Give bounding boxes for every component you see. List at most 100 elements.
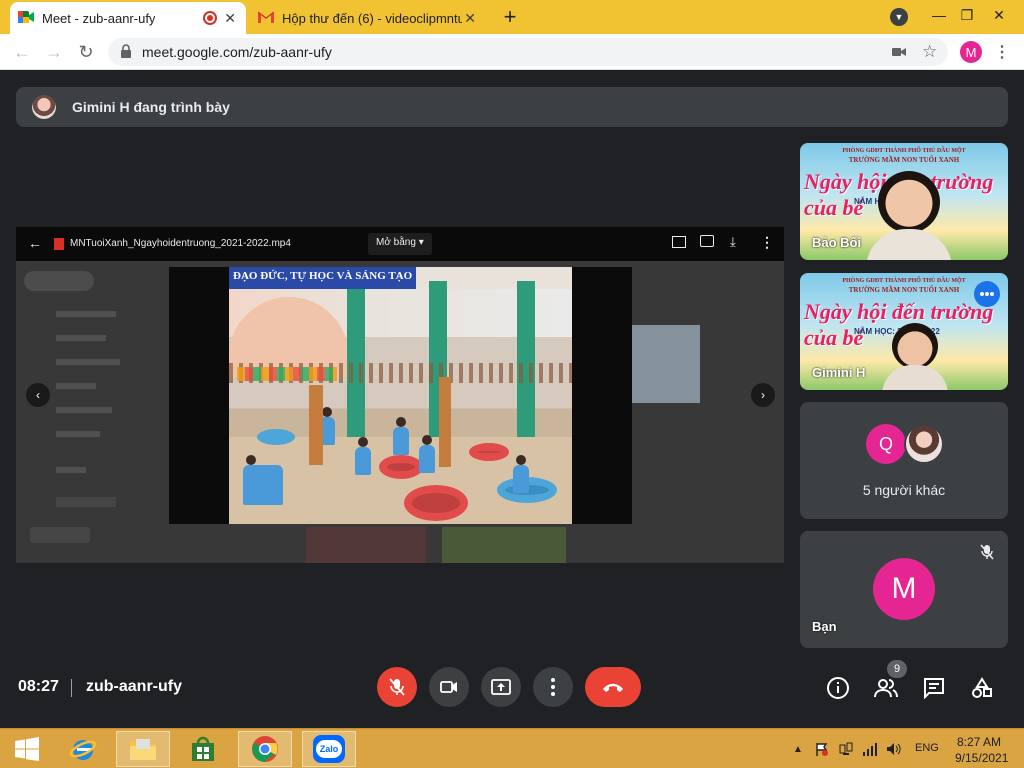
chrome-icon [252,736,278,762]
close-tab-icon[interactable]: ✕ [224,10,236,27]
giraffe-prop [439,377,451,467]
profile-avatar[interactable]: M [960,41,982,63]
new-tab-button[interactable]: + [498,4,522,29]
end-call-icon [603,683,623,692]
drive-thumbnail [442,527,566,563]
zalo-icon: Zalo [313,735,345,763]
browser-tab-strip: Meet - zub-aanr-ufy ✕ Hộp thư đến (6) - … [0,0,1024,34]
activities-button[interactable] [968,674,996,702]
internet-explorer-button[interactable] [56,731,110,767]
carousel-prev-icon: ‹ [26,383,50,407]
lock-icon [120,44,132,63]
mic-off-icon [976,541,998,563]
meet-stage: Gimini H đang trình bày ← MNTuoiXanh_Nga… [0,70,1024,728]
activities-icon [972,677,992,698]
reload-icon[interactable]: ↻ [74,40,98,64]
self-tile[interactable]: M Bạn [800,531,1008,648]
back-icon[interactable]: ← [10,40,34,64]
tab-gmail[interactable]: Hộp thư đến (6) - videoclipmntuo ✕ [250,2,486,34]
forward-icon[interactable]: → [42,40,66,64]
video-frame-image: ĐẠO ĐỨC, TỰ HỌC VÀ SÁNG TẠO [229,267,572,524]
input-language[interactable]: ENG [915,742,939,754]
mic-off-icon [389,678,405,696]
camera-button[interactable] [429,667,469,707]
file-explorer-button[interactable] [116,731,170,767]
close-window-button[interactable]: ✕ [976,0,1022,30]
taskbar-time: 8:27 AM [956,735,1002,749]
participant-name: Gimini H [812,365,866,380]
avatar [904,424,944,464]
signal-icon[interactable] [862,741,878,757]
open-with-button: Mở bằng ▾ [368,233,432,255]
info-icon [827,677,849,699]
back-arrow-icon: ← [28,235,42,251]
start-button[interactable] [0,731,54,767]
tab-meet[interactable]: Meet - zub-aanr-ufy ✕ [10,2,246,34]
drive-preview-toolbar: ← MNTuoiXanh_Ngayhoidentruong_2021-2022.… [16,227,784,261]
present-icon [491,679,511,695]
chrome-menu-icon[interactable]: ⋮ [994,42,1010,62]
microphone-button[interactable] [377,667,417,707]
more-icon: ⋮ [760,234,774,250]
meeting-code: zub-aanr-ufy [86,678,182,695]
zalo-button[interactable]: Zalo [302,731,356,767]
windows-taskbar: Zalo ▲ ENG 8:27 AM 9/15/2021 [0,728,1024,768]
leave-call-button[interactable] [585,667,641,707]
gmail-icon [257,11,275,26]
recording-icon [203,11,217,25]
participant-tile[interactable]: PHÒNG GDĐT THÀNH PHỐ THỦ DẦU MỘT TRƯỜNG … [800,143,1008,260]
divider [71,679,72,697]
taskbar-clock[interactable]: 8:27 AM 9/15/2021 [955,734,1009,766]
more-vert-icon [551,678,555,696]
internet-explorer-icon [69,740,97,760]
avatar: Q [866,424,906,464]
drive-thumbnail [306,527,426,563]
meeting-details-button[interactable] [824,674,852,702]
participant-name: Bảo Bối [812,235,862,250]
others-count-label: 5 người khác [862,482,946,498]
presenter-avatar [32,95,56,119]
chrome-button[interactable] [238,731,292,767]
close-tab-icon[interactable]: ✕ [464,10,476,27]
browser-toolbar: ← → ↻ meet.google.com/zub-aanr-ufy ☆ M ⋮ [0,34,1024,70]
presenter-banner-text: Gimini H đang trình bày [72,99,230,115]
video-file-icon [54,238,64,250]
present-screen-button[interactable] [481,667,521,707]
people-button[interactable] [872,674,900,702]
giraffe-prop [309,385,323,465]
drive-thumbnail [630,325,700,403]
shared-screen: ← MNTuoiXanh_Ngayhoidentruong_2021-2022.… [16,227,784,563]
others-tile[interactable]: Q 5 người khác [800,402,1008,519]
camera-indicator-icon[interactable] [892,45,906,63]
tab-search-icon[interactable]: ▼ [890,8,908,26]
drive-new-button [24,271,94,291]
participant-tile[interactable]: PHÒNG GDĐT THÀNH PHỐ THỦ DẦU MỘT TRƯỜNG … [800,273,1008,390]
tray-expand-icon[interactable]: ▲ [790,741,806,757]
download-icon: ⤓ [730,234,736,249]
more-options-button[interactable] [533,667,573,707]
presenter-banner: Gimini H đang trình bày [16,87,1008,127]
bookmark-star-icon[interactable]: ☆ [922,42,937,62]
participant-name: Bạn [812,619,837,634]
carousel-next-icon: › [751,383,775,407]
people-icon [874,679,898,698]
video-player: ĐẠO ĐỨC, TỰ HỌC VÀ SÁNG TẠO [169,267,632,524]
folder-add-icon [672,236,686,248]
action-center-flag-icon[interactable] [814,741,830,757]
speaking-indicator-icon [974,281,1000,307]
participant-video [878,171,940,233]
people-count-badge: 9 [887,660,907,678]
store-icon [192,736,214,761]
volume-icon[interactable] [886,741,902,757]
chat-button[interactable] [920,674,948,702]
network-icon[interactable] [838,741,854,757]
participant-video [892,323,938,369]
comment-icon [700,235,714,247]
avatar: M [873,558,935,620]
address-bar[interactable]: meet.google.com/zub-aanr-ufy ☆ [108,38,948,66]
shared-file-name: MNTuoiXanh_Ngayhoidentruong_2021-2022.mp… [70,238,291,249]
folder-icon [130,739,156,760]
taskbar-date: 9/15/2021 [955,751,1009,765]
tab-title: Meet - zub-aanr-ufy [42,10,156,26]
microsoft-store-button[interactable] [176,731,230,767]
